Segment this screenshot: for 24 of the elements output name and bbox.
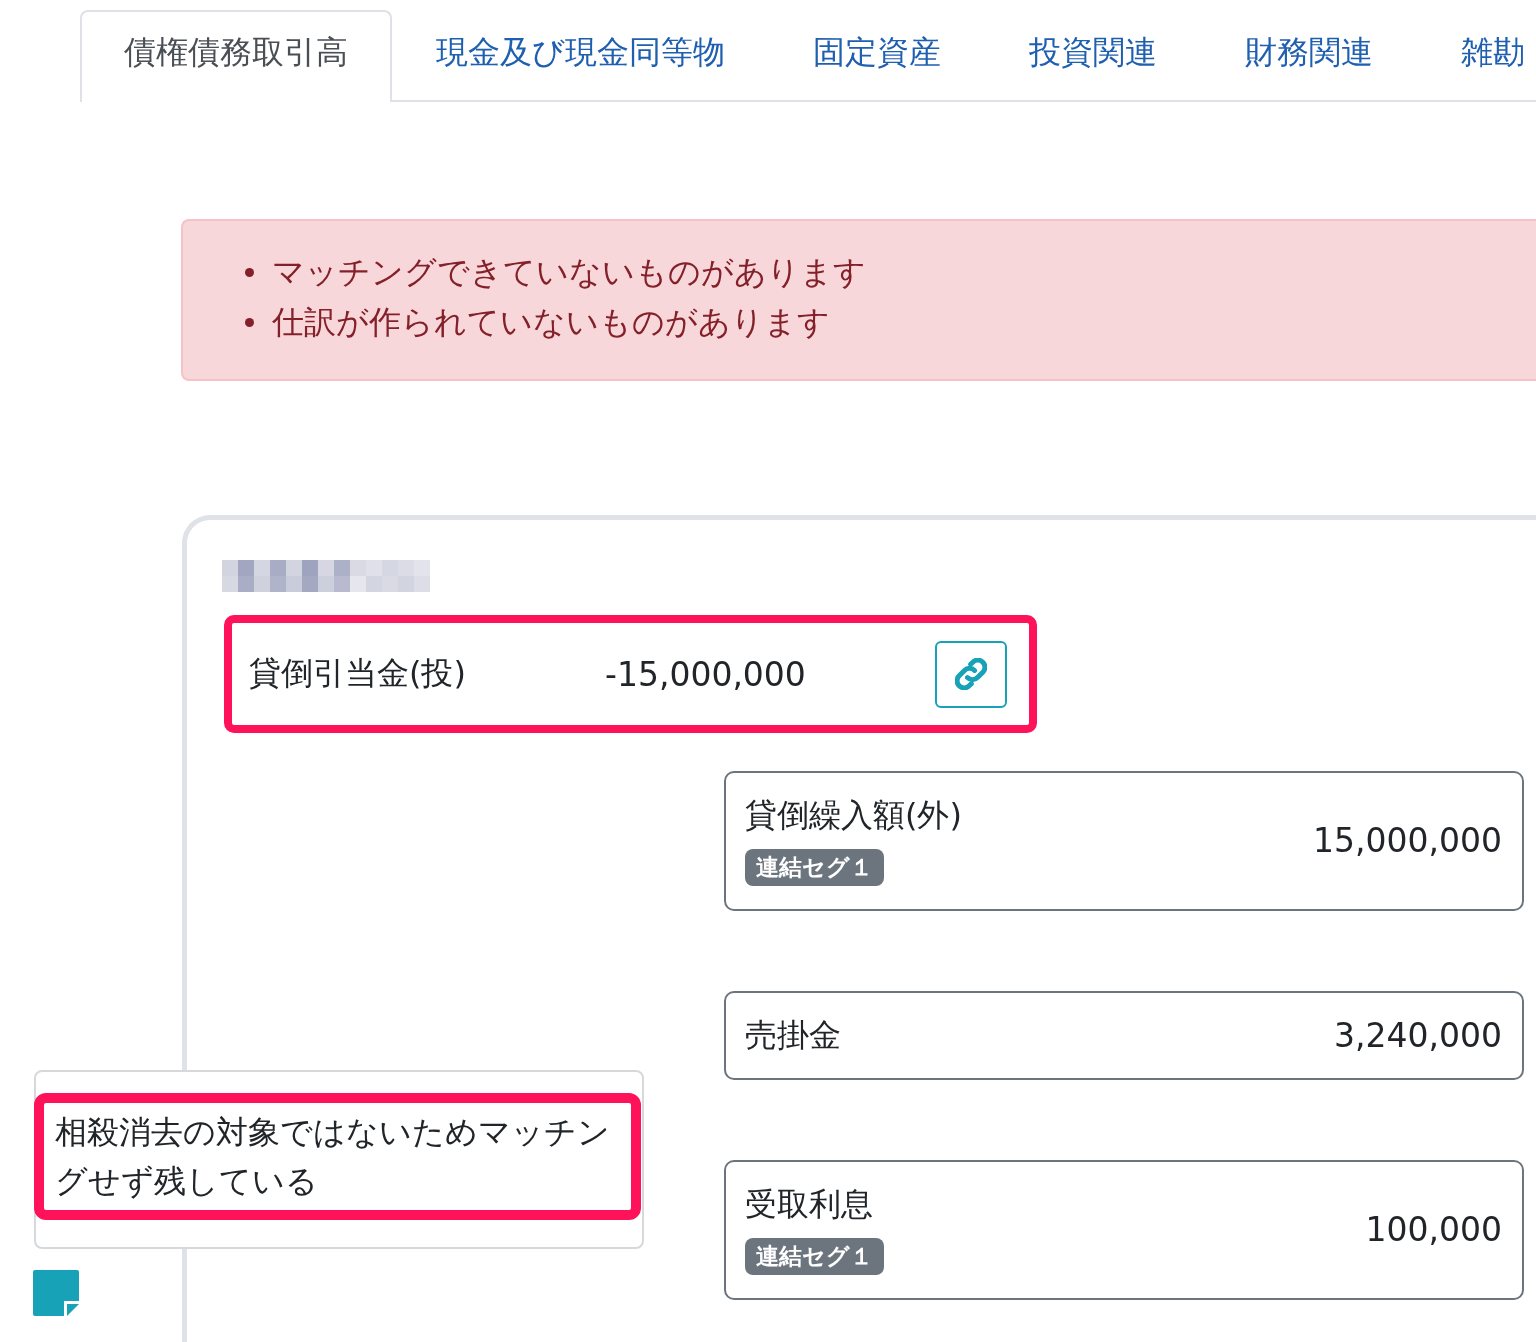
account-name: 受取利息 <box>745 1184 873 1224</box>
alert-message: 仕訳が作られていないものがあります <box>272 302 830 343</box>
alert-message: マッチングできていないものがあります <box>272 252 866 293</box>
segment-badge: 連結セグ１ <box>745 1238 884 1275</box>
tab[interactable]: 財務関連 <box>1201 10 1417 102</box>
amount-value: 15,000,000 <box>1313 821 1502 860</box>
segment-badge: 連結セグ１ <box>745 849 884 886</box>
account-name: 貸倒繰入額(外) <box>745 795 962 835</box>
tab[interactable]: 投資関連 <box>985 10 1201 102</box>
link-icon <box>955 658 987 690</box>
link-button[interactable] <box>935 640 1007 708</box>
amount-value: -15,000,000 <box>605 654 807 694</box>
amount-value: 3,240,000 <box>1334 1015 1502 1055</box>
tab[interactable]: 債権債務取引高 <box>80 10 392 102</box>
account-name: 貸倒引当金(投) <box>249 653 467 694</box>
tab[interactable]: 固定資産 <box>769 10 985 102</box>
bullet-icon <box>245 267 254 277</box>
tab[interactable]: 現金及び現金同等物 <box>392 10 769 102</box>
account-name: 売掛金 <box>745 1015 841 1055</box>
bullet-icon <box>245 317 254 327</box>
sticky-note-icon[interactable] <box>33 1270 79 1316</box>
note-text: 相殺消去の対象ではないためマッチングせず残している <box>34 1093 641 1220</box>
tab[interactable]: 雑勘 <box>1417 10 1527 102</box>
amount-value: 100,000 <box>1365 1210 1502 1249</box>
